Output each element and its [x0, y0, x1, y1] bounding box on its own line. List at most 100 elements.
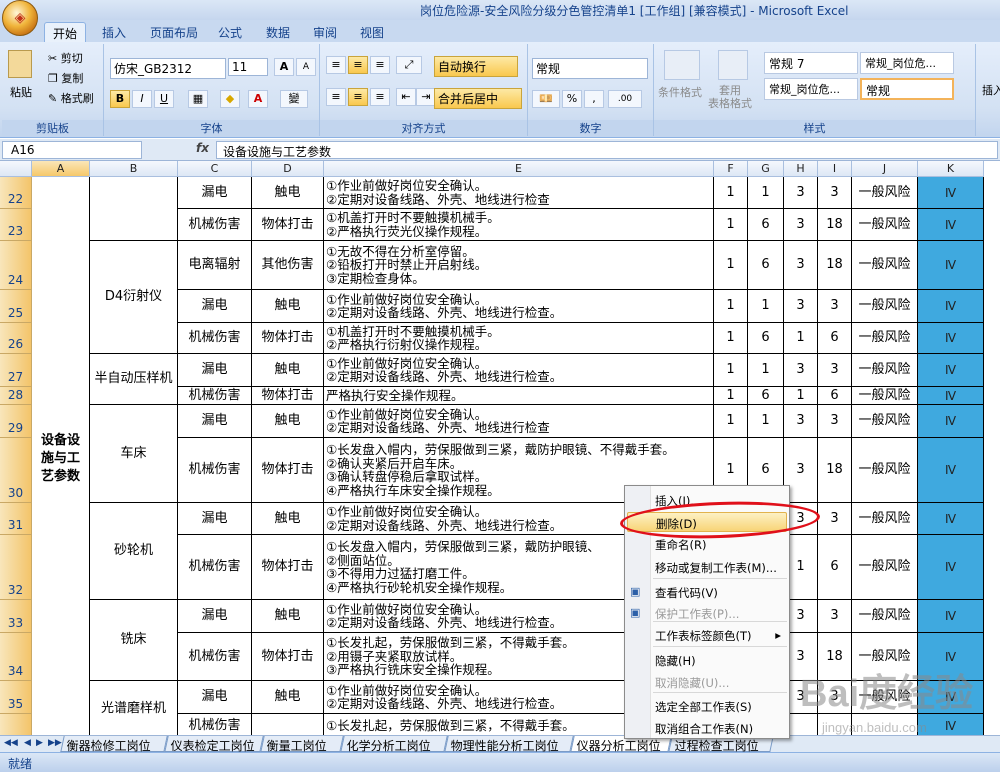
accident-type-cell[interactable]: 物体打击	[252, 535, 324, 600]
sheet-tab[interactable]: 物理性能分析工岗位	[444, 736, 574, 753]
row-header-29[interactable]: 29	[0, 405, 32, 438]
paste-button[interactable]: 粘贴	[10, 84, 32, 100]
align-bottom-icon[interactable]: ≡	[370, 56, 390, 74]
accident-type-cell[interactable]: 其他伤害	[252, 241, 324, 290]
comma-button[interactable]: ,	[584, 90, 604, 108]
control-measure-cell[interactable]: ①作业前做好岗位安全确认。 ②定期对设备线路、外壳、地线进行检查。	[324, 290, 714, 323]
control-measure-cell[interactable]: ①作业前做好岗位安全确认。 ②定期对设备线路、外壳、地线进行检查。	[324, 354, 714, 387]
menu-item[interactable]: 取消隐藏(U)...	[653, 672, 787, 692]
increase-indent-icon[interactable]: ⇥	[416, 88, 436, 106]
risk-level-cell[interactable]: 一般风险	[852, 290, 918, 323]
cut-button[interactable]: ✂ 剪切	[48, 50, 83, 66]
value-i-cell[interactable]: 18	[818, 209, 852, 241]
value-i-cell[interactable]: 6	[818, 323, 852, 354]
value-h-cell[interactable]: 3	[784, 354, 818, 387]
control-measure-cell[interactable]: ①作业前做好岗位安全确认。 ②定期对设备线路、外壳、地线进行检查	[324, 405, 714, 438]
last-sheet-icon[interactable]: ▶▶	[48, 738, 62, 748]
orientation-icon[interactable]: ⤢	[396, 56, 422, 74]
first-sheet-icon[interactable]: ◀◀	[4, 738, 18, 748]
increase-decimal-button[interactable]: .00	[608, 90, 642, 108]
sheet-tab[interactable]: 衡量工岗位	[260, 736, 344, 753]
style-normal[interactable]: 常规	[860, 78, 954, 100]
risk-grade-cell[interactable]: Ⅳ	[918, 503, 984, 535]
menu-item[interactable]: 选定全部工作表(S)	[653, 696, 787, 716]
grow-font-button[interactable]: A	[274, 58, 294, 76]
column-header-A[interactable]: A	[32, 161, 90, 177]
hazard-type-cell[interactable]: 机械伤害	[178, 714, 252, 735]
shrink-font-button[interactable]: A	[296, 58, 316, 76]
menu-item[interactable]: 工作表标签颜色(T) ▸	[653, 625, 787, 645]
row-header-23[interactable]: 23	[0, 209, 32, 241]
tab-data[interactable]: 数据	[258, 22, 298, 42]
accident-type-cell[interactable]: 触电	[252, 600, 324, 633]
fx-icon[interactable]: fx	[196, 141, 209, 155]
value-g-cell[interactable]: 6	[748, 209, 784, 241]
format-table-button[interactable]: 套用 表格格式	[708, 84, 752, 110]
column-header-H[interactable]: H	[784, 161, 818, 177]
value-h-cell[interactable]: 3	[784, 290, 818, 323]
equipment-cell[interactable]: D4衍射仪	[90, 241, 178, 354]
value-h-cell[interactable]: 1	[784, 387, 818, 405]
control-measure-cell[interactable]: 严格执行安全操作规程。	[324, 387, 714, 405]
style-post-1[interactable]: 常规_岗位危...	[860, 52, 954, 74]
row-header-partial[interactable]	[0, 714, 32, 735]
formula-input[interactable]: 设备设施与工艺参数	[216, 141, 998, 159]
hazard-type-cell[interactable]: 漏电	[178, 681, 252, 714]
control-measure-cell[interactable]: ①作业前做好岗位安全确认。 ②定期对设备线路、外壳、地线进行检查	[324, 177, 714, 209]
equipment-cell[interactable]: 半自动压样机	[90, 354, 178, 405]
category-cell[interactable]: 设备设 施与工 艺参数	[32, 177, 90, 735]
value-f-cell[interactable]: 1	[714, 290, 748, 323]
prev-sheet-icon[interactable]: ◀	[24, 738, 31, 748]
underline-button[interactable]: U	[154, 90, 174, 108]
risk-grade-cell[interactable]: Ⅳ	[918, 323, 984, 354]
fill-color-icon[interactable]: ◆	[220, 90, 240, 108]
copy-button[interactable]: ❐ 复制	[48, 70, 83, 86]
align-left-icon[interactable]: ≡	[326, 88, 346, 106]
value-i-cell[interactable]: 3	[818, 177, 852, 209]
risk-level-cell[interactable]: 一般风险	[852, 600, 918, 633]
row-header-22[interactable]: 22	[0, 177, 32, 209]
accident-type-cell[interactable]: 触电	[252, 405, 324, 438]
column-header-E[interactable]: E	[324, 161, 714, 177]
font-color-icon[interactable]: A	[248, 90, 268, 108]
column-header-K[interactable]: K	[918, 161, 984, 177]
merge-center-button[interactable]: 合并后居中	[434, 88, 522, 109]
value-i-cell[interactable]: 18	[818, 241, 852, 290]
format-table-icon[interactable]	[718, 50, 748, 80]
value-f-cell[interactable]: 1	[714, 405, 748, 438]
risk-level-cell[interactable]: 一般风险	[852, 405, 918, 438]
value-h-cell[interactable]: 3	[784, 209, 818, 241]
accident-type-cell[interactable]: 物体打击	[252, 438, 324, 503]
equipment-cell[interactable]: 砂轮机	[90, 503, 178, 600]
risk-level-cell[interactable]: 一般风险	[852, 438, 918, 503]
hazard-type-cell[interactable]: 机械伤害	[178, 387, 252, 405]
font-size-select[interactable]: 11	[228, 58, 268, 76]
risk-level-cell[interactable]: 一般风险	[852, 323, 918, 354]
style-post-2[interactable]: 常规_岗位危...	[764, 78, 858, 100]
accident-type-cell[interactable]	[252, 714, 324, 735]
italic-button[interactable]: I	[132, 90, 152, 108]
control-measure-cell[interactable]: ①机盖打开时不要触摸机械手。 ②严格执行衍射仪操作规程。	[324, 323, 714, 354]
column-header-G[interactable]: G	[748, 161, 784, 177]
row-header-25[interactable]: 25	[0, 290, 32, 323]
select-all-corner[interactable]	[0, 161, 32, 177]
equipment-cell[interactable]	[90, 177, 178, 241]
accident-type-cell[interactable]: 触电	[252, 177, 324, 209]
phonetic-button[interactable]: 變	[280, 90, 308, 108]
value-f-cell[interactable]: 1	[714, 323, 748, 354]
number-format-select[interactable]: 常规	[532, 58, 648, 79]
control-measure-cell[interactable]: ①机盖打开时不要触摸机械手。 ②严格执行荧光仪操作规程。	[324, 209, 714, 241]
hazard-type-cell[interactable]: 电离辐射	[178, 241, 252, 290]
border-icon[interactable]: ▦	[188, 90, 208, 108]
hazard-type-cell[interactable]: 漏电	[178, 290, 252, 323]
accident-type-cell[interactable]: 触电	[252, 681, 324, 714]
tab-home[interactable]: 开始	[44, 22, 87, 42]
format-painter-button[interactable]: ✎ 格式刷	[48, 90, 94, 106]
risk-grade-cell[interactable]: Ⅳ	[918, 290, 984, 323]
value-g-cell[interactable]: 1	[748, 405, 784, 438]
equipment-cell[interactable]: 车床	[90, 405, 178, 503]
align-middle-icon[interactable]: ≡	[348, 56, 368, 74]
equipment-cell[interactable]: 光谱磨样机	[90, 681, 178, 735]
accident-type-cell[interactable]: 触电	[252, 354, 324, 387]
decrease-indent-icon[interactable]: ⇤	[396, 88, 416, 106]
